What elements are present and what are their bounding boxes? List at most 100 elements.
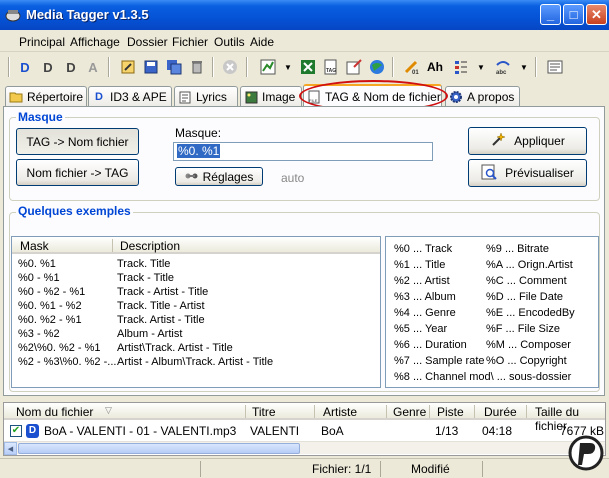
file-list[interactable]: Nom du fichier ▽ Titre Artiste Genre Pis… <box>3 402 606 456</box>
list-item[interactable]: %3 - %2 Album - Artist <box>12 328 380 342</box>
maximize-icon: □ <box>569 7 578 22</box>
menu-aide[interactable]: Aide <box>250 35 274 49</box>
stop-icon[interactable] <box>219 56 241 78</box>
examples-list[interactable]: Mask Description %0. %1 Track. Title %0 - … <box>11 236 381 388</box>
id3-copy-icon[interactable]: D <box>60 56 82 78</box>
scroll-left-icon[interactable]: ◀ <box>4 442 17 455</box>
preview-button[interactable]: Prévisualiser <box>468 159 587 187</box>
tab-image[interactable]: Image <box>240 86 302 107</box>
svg-text:01: 01 <box>412 70 419 75</box>
save-icon[interactable] <box>140 56 162 78</box>
excel-icon[interactable] <box>297 56 319 78</box>
toolbar-separator <box>8 57 10 77</box>
close-button[interactable]: ✕ <box>586 4 607 25</box>
column-divider <box>526 405 527 418</box>
numbering-icon[interactable] <box>450 56 472 78</box>
table-row[interactable]: ✔ D BoA - VALENTI - 01 - VALENTI.mp3 VAL… <box>4 423 605 439</box>
rename-icon[interactable] <box>343 56 365 78</box>
svg-text:abc: abc <box>496 70 507 75</box>
list-item[interactable]: %0. %1 - %2 Track. Title - Artist <box>12 300 380 314</box>
column-divider <box>386 405 387 418</box>
horizontal-scrollbar[interactable]: ◀ <box>4 441 605 455</box>
list-item[interactable]: %0. %2 - %1 Track. Artist - Title <box>12 314 380 328</box>
code-entry: %1 ... Title <box>394 259 446 271</box>
id3-read-icon[interactable]: D <box>14 56 36 78</box>
tab-a-propos[interactable]: A propos <box>445 86 520 107</box>
status-divider <box>200 461 201 477</box>
menu-principal[interactable]: Principal <box>19 35 65 49</box>
column-header-duration[interactable]: Durée <box>484 405 517 419</box>
toolbar-separator <box>212 57 214 77</box>
list-item[interactable]: %2 - %3\%0. %2 -... Artist - Album\Track.… <box>12 356 380 370</box>
example-mask: %2 - %3\%0. %2 -... <box>18 356 117 368</box>
list-item[interactable]: %0 - %2 - %1 Track - Artist - Title <box>12 286 380 300</box>
toolbar-separator <box>246 57 248 77</box>
column-header-mask[interactable]: Mask <box>20 239 49 253</box>
tab-id3-ape[interactable]: D ID3 & APE <box>88 86 172 107</box>
tag-file-icon[interactable]: TAG <box>320 56 342 78</box>
row-checkbox[interactable]: ✔ <box>10 425 22 437</box>
web-icon[interactable] <box>366 56 388 78</box>
case-icon[interactable]: Ah <box>424 56 446 78</box>
menu-affichage[interactable]: Affichage <box>70 35 120 49</box>
svg-text:FILE: FILE <box>309 98 318 103</box>
apply-button[interactable]: Appliquer <box>468 127 587 155</box>
tab-repertoire[interactable]: Répertoire <box>5 86 87 107</box>
dropdown-arrow-icon[interactable]: ▼ <box>520 63 528 72</box>
column-header-genre[interactable]: Genre <box>393 405 426 419</box>
toolbar-separator <box>535 57 537 77</box>
column-header-description[interactable]: Description <box>120 239 180 253</box>
save-all-icon[interactable] <box>163 56 185 78</box>
dropdown-arrow-icon[interactable]: ▼ <box>477 63 485 72</box>
image-icon <box>244 90 258 104</box>
code-entry: %8 ... Channel mod\ ... sous-dossier <box>394 371 572 383</box>
example-mask: %0 - %2 - %1 <box>18 286 86 298</box>
id3-write-icon[interactable]: D <box>37 56 59 78</box>
code-entry: %F ... File Size <box>486 323 560 335</box>
id3-remove-icon[interactable]: A <box>82 56 104 78</box>
minimize-button[interactable]: _ <box>540 4 561 25</box>
replace-icon[interactable]: abc <box>492 56 514 78</box>
trash-icon[interactable] <box>186 56 208 78</box>
maximize-button[interactable]: □ <box>563 4 584 25</box>
menu-outils[interactable]: Outils <box>214 35 245 49</box>
status-state: Modifié <box>411 462 450 476</box>
menu-dossier[interactable]: Dossier <box>127 35 168 49</box>
menu-fichier[interactable]: Fichier <box>172 35 208 49</box>
example-description: Track. Title - Artist <box>117 300 205 312</box>
tab-tag-filename[interactable]: FILE TAG & Nom de fichier <box>303 84 442 107</box>
list-item: %3 ... Album %D ... File Date <box>386 291 598 305</box>
dropdown-arrow-icon[interactable]: ▼ <box>284 63 292 72</box>
settings-icon <box>185 170 199 184</box>
column-header-track[interactable]: Piste <box>437 405 464 419</box>
examples-group-title: Quelques exemples <box>16 204 133 218</box>
code-entry: %5 ... Year <box>394 323 448 335</box>
code-entry: %2 ... Artist <box>394 275 450 287</box>
settings-icon[interactable] <box>544 56 566 78</box>
logo-icon <box>568 435 604 471</box>
code-entry: %3 ... Album <box>394 291 456 303</box>
window-title: Media Tagger v1.3.5 <box>26 7 149 22</box>
list-item[interactable]: %0 - %1 Track - Title <box>12 272 380 286</box>
example-mask: %0. %1 - %2 <box>18 300 82 312</box>
scrollbar-thumb[interactable] <box>18 443 300 454</box>
list-item[interactable]: %2\%0. %2 - %1 Artist\Track. Artist - Tit… <box>12 342 380 356</box>
edit-icon[interactable] <box>117 56 139 78</box>
list-item[interactable]: %0. %1 Track. Title <box>12 258 380 272</box>
filename-to-tag-button[interactable]: Nom fichier -> TAG <box>16 159 139 186</box>
chart-icon[interactable] <box>257 56 279 78</box>
settings-button[interactable]: Réglages <box>175 167 263 186</box>
list-item: %5 ... Year %F ... File Size <box>386 323 598 337</box>
column-header-artist[interactable]: Artiste <box>323 405 357 419</box>
tab-lyrics[interactable]: Lyrics <box>174 86 238 107</box>
track-number-icon[interactable]: 01 <box>400 56 422 78</box>
column-header-title[interactable]: Titre <box>252 405 276 419</box>
mask-input[interactable]: %0. %1 <box>173 142 433 161</box>
column-divider <box>245 405 246 418</box>
code-entry: %C ... Comment <box>486 275 567 287</box>
tag-to-filename-button[interactable]: TAG -> Nom fichier <box>16 128 139 155</box>
column-header-filename[interactable]: Nom du fichier <box>16 405 93 419</box>
title-bar[interactable]: Media Tagger v1.3.5 _ □ ✕ <box>0 0 609 30</box>
mask-value: %0. %1 <box>177 144 221 158</box>
wand-icon <box>490 131 506 151</box>
